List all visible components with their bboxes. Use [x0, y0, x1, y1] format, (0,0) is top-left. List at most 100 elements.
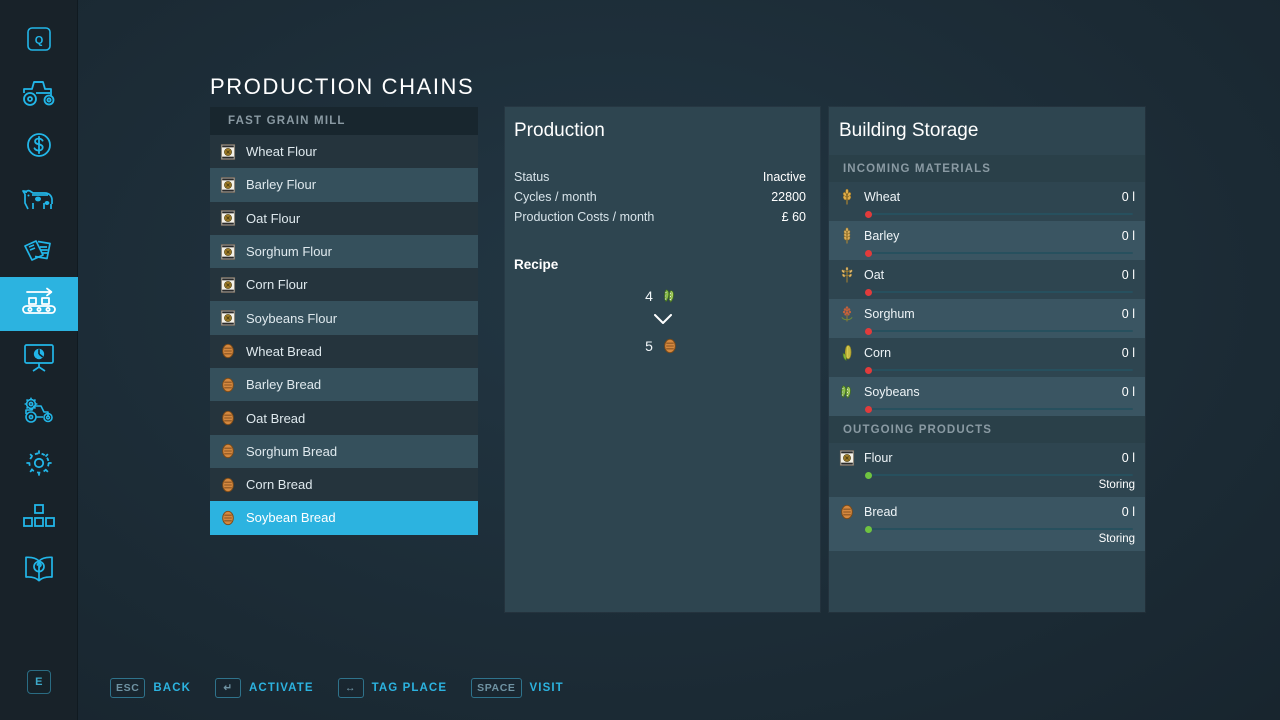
book-question-icon	[22, 554, 56, 584]
bread-icon	[218, 341, 238, 361]
page-title: PRODUCTION CHAINS	[210, 74, 474, 100]
dollar-circle-icon	[24, 130, 54, 160]
storage-row-top: Flour0 l	[837, 448, 1135, 468]
storage-row-amount: 0 l	[1122, 229, 1135, 243]
chain-list-item-label: Sorghum Flour	[246, 245, 332, 258]
key-q-icon: Q	[26, 26, 52, 52]
storage-row-name: Sorghum	[864, 307, 1115, 321]
storage-row-top: Barley0 l	[837, 226, 1135, 246]
sidebar-item-vehicle-config[interactable]	[0, 383, 78, 437]
documents-icon	[21, 236, 57, 266]
recipe-diagram: 4 5	[505, 286, 820, 356]
sidebar-item-vehicles[interactable]	[0, 65, 78, 119]
bread-icon	[660, 336, 680, 356]
sidebar-item-statistics[interactable]	[0, 330, 78, 384]
left-right-key-icon: ↔	[338, 678, 364, 698]
storage-fill-bar	[866, 528, 1133, 530]
svg-text:Q: Q	[35, 35, 44, 47]
key-hint[interactable]: ↔ TAG PLACE	[338, 678, 448, 698]
sidebar-item-help[interactable]	[0, 542, 78, 596]
storage-row[interactable]: Flour0 l Storing	[829, 443, 1145, 497]
production-info-value: £ 60	[782, 210, 806, 224]
chain-list-item[interactable]: Sorghum Bread	[210, 435, 478, 468]
storage-row[interactable]: Oat0 l	[829, 260, 1145, 299]
storage-panel-title: Building Storage	[829, 107, 1145, 155]
storage-row[interactable]: Barley0 l	[829, 221, 1145, 260]
storage-row-name: Bread	[864, 505, 1115, 519]
storage-fill-bar	[866, 252, 1133, 254]
key-hint-label: TAG PLACE	[372, 682, 448, 694]
recipe-output-amount: 5	[645, 338, 653, 354]
bread-icon	[218, 508, 238, 528]
storage-status-dot-red	[865, 250, 872, 257]
chain-list-item[interactable]: Barley Flour	[210, 168, 478, 201]
chain-list-item-label: Soybeans Flour	[246, 312, 337, 325]
key-hint-label: VISIT	[530, 682, 564, 694]
sidebar-item-contracts[interactable]	[0, 224, 78, 278]
recipe-input-amount: 4	[645, 288, 653, 304]
chain-list-item-label: Wheat Flour	[246, 145, 317, 158]
sidebar-item-settings[interactable]	[0, 436, 78, 490]
production-chain-list: FAST GRAIN MILL Wheat Flour Barley Flour…	[210, 107, 478, 535]
key-hint[interactable]: ESCBACK	[110, 678, 191, 698]
chain-list-item[interactable]: Wheat Bread	[210, 335, 478, 368]
chain-list-item[interactable]: Oat Bread	[210, 401, 478, 434]
key-hint[interactable]: ↵ACTIVATE	[215, 678, 314, 698]
sidebar-item-quit-key[interactable]: Q	[0, 12, 78, 66]
sidebar-item-production-chains[interactable]	[0, 277, 78, 331]
sidebar-item-finances[interactable]	[0, 118, 78, 172]
chain-list-item[interactable]: Soybean Bread	[210, 501, 478, 534]
chain-list-item[interactable]: Corn Bread	[210, 468, 478, 501]
corn-icon	[837, 343, 857, 363]
storage-row-top: Bread 0 l	[837, 502, 1135, 522]
soybeans-icon	[660, 286, 680, 306]
sidebar-item-animals[interactable]	[0, 171, 78, 225]
storage-row-amount: 0 l	[1122, 505, 1135, 519]
storage-row[interactable]: Wheat0 l	[829, 182, 1145, 221]
wheat-icon	[837, 187, 857, 207]
flour-bag-icon	[218, 275, 238, 295]
recipe-label: Recipe	[505, 257, 820, 272]
sidebar-item-construction[interactable]	[0, 489, 78, 543]
production-info-key: Cycles / month	[514, 190, 597, 204]
barley-icon	[837, 226, 857, 246]
flour-bag-icon	[837, 448, 857, 468]
storage-row[interactable]: Soybeans0 l	[829, 377, 1145, 416]
storage-row-top: Corn0 l	[837, 343, 1135, 363]
storage-row[interactable]: Bread0 lStoring	[829, 497, 1145, 551]
chain-list-item[interactable]: Soybeans Flour	[210, 301, 478, 334]
storage-row[interactable]: Corn0 l	[829, 338, 1145, 377]
storage-row-top: Sorghum0 l	[837, 304, 1135, 324]
conveyor-icon	[19, 287, 59, 321]
key-hint[interactable]: SPACEVISIT	[471, 678, 564, 698]
storage-row-name: Wheat	[864, 190, 1115, 204]
oat-icon	[837, 265, 857, 285]
chain-list-item[interactable]: Wheat Flour	[210, 135, 478, 168]
recipe-output: 5	[645, 336, 680, 356]
storage-row-top: Soybeans0 l	[837, 382, 1135, 402]
storage-row-name: Corn	[864, 346, 1115, 360]
bread-icon	[218, 441, 238, 461]
storage-status-dot-red	[865, 328, 872, 335]
storage-status-dot-red	[865, 406, 872, 413]
chain-list-item-label: Oat Flour	[246, 212, 300, 225]
chain-list-item-label: Sorghum Bread	[246, 445, 337, 458]
storage-row-name: Soybeans	[864, 385, 1115, 399]
chain-list-item[interactable]: Barley Bread	[210, 368, 478, 401]
gear-icon	[24, 448, 54, 478]
chain-list-item[interactable]: Corn Flour	[210, 268, 478, 301]
production-info-value: 22800	[771, 190, 806, 204]
storage-row-top: Oat0 l	[837, 265, 1135, 285]
storage-row[interactable]: Sorghum0 l	[829, 299, 1145, 338]
flour-bag-icon	[218, 242, 238, 262]
sidebar-key-hint: E	[0, 655, 78, 709]
tractor-icon	[20, 77, 58, 107]
chain-list-item[interactable]: Sorghum Flour	[210, 235, 478, 268]
chain-list-item-label: Barley Bread	[246, 378, 321, 391]
chain-list-item[interactable]: Oat Flour	[210, 202, 478, 235]
production-panel-title: Production	[505, 107, 820, 155]
storage-status-dot-red	[865, 367, 872, 374]
storage-row-status: Storing	[837, 479, 1135, 491]
cow-icon	[20, 183, 58, 213]
esc-key-icon: ESC	[110, 678, 145, 698]
